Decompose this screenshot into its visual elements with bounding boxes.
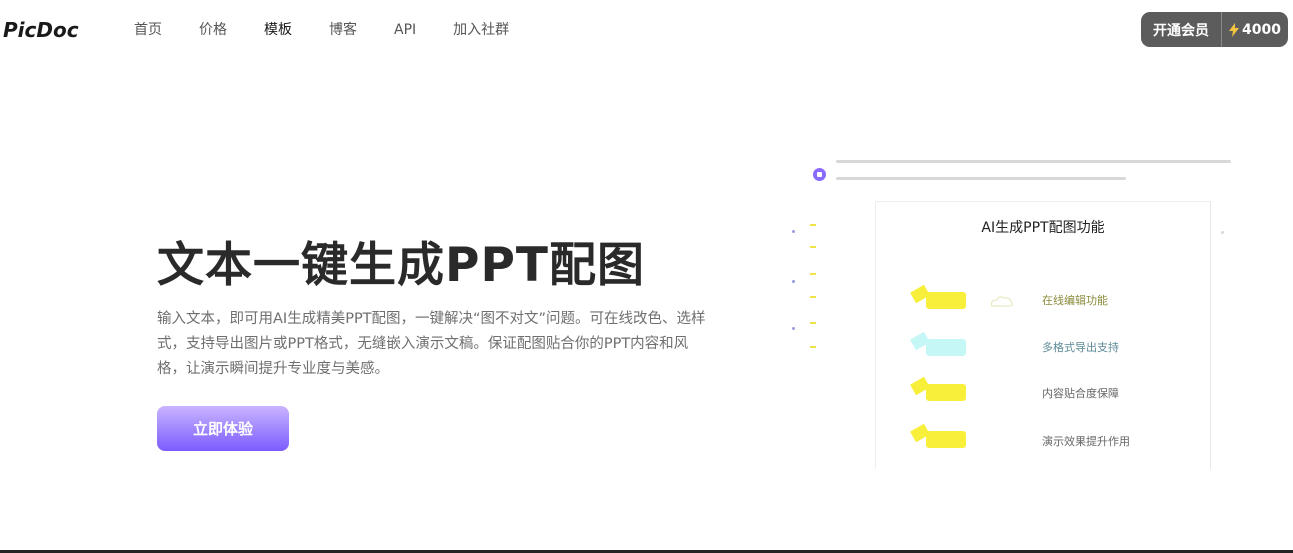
nav-item-templates[interactable]: 模板 [264, 20, 292, 40]
lightning-bolt-icon [1229, 22, 1240, 37]
feature-row [910, 284, 968, 310]
feature-label: 多格式导出支持 [1042, 341, 1119, 354]
preview-card-title: AI生成PPT配图功能 [981, 220, 1105, 236]
hero-title: 文本一键生成PPT配图 [157, 238, 645, 293]
membership-label: 开通会员 [1153, 22, 1209, 39]
side-marker [810, 273, 816, 275]
cloud-icon [991, 296, 1013, 307]
faint-text-line [836, 160, 1231, 163]
side-dot [792, 327, 795, 330]
faint-dot [1221, 231, 1224, 234]
side-marker [810, 224, 816, 226]
highlighter-icon [910, 284, 968, 310]
preview-card: AI生成PPT配图功能 在线编辑功能 多格式导出支持 内容贴合度保障 演示效果提… [875, 201, 1211, 469]
highlighter-icon [910, 331, 968, 357]
faint-text-line [836, 177, 1126, 180]
feature-row [910, 423, 968, 449]
side-dot [792, 280, 795, 283]
feature-label: 在线编辑功能 [1042, 294, 1108, 307]
nav-item-blog[interactable]: 博客 [329, 20, 357, 40]
highlighter-icon [910, 423, 968, 449]
picdoc-logo[interactable]: PicDoc [3, 17, 93, 43]
side-marker [810, 296, 816, 298]
nav-item-community[interactable]: 加入社群 [453, 20, 509, 40]
hero-description: 输入文本，即可用AI生成精美PPT配图，一键解决“图不对文”问题。可在线改色、选… [157, 311, 706, 377]
side-marker [810, 246, 816, 248]
side-dot [792, 230, 795, 233]
highlighter-icon [910, 376, 968, 402]
side-marker [810, 346, 816, 348]
nav-item-api[interactable]: API [394, 20, 416, 40]
feature-row [910, 376, 968, 402]
nav-item-pricing[interactable]: 价格 [199, 20, 227, 40]
feature-label: 演示效果提升作用 [1042, 435, 1130, 448]
feature-row [910, 331, 968, 357]
credits-balance[interactable]: 4000 [1222, 22, 1288, 38]
membership-button[interactable]: 开通会员 4000 [1141, 12, 1288, 47]
logo-wordmark: PicDoc [3, 18, 79, 42]
main-nav: 首页 价格 模板 博客 API 加入社群 [134, 20, 546, 40]
speaker-icon [813, 168, 826, 181]
side-marker [810, 322, 816, 324]
credits-value: 4000 [1242, 21, 1281, 38]
feature-label: 内容贴合度保障 [1042, 387, 1119, 400]
nav-item-home[interactable]: 首页 [134, 20, 162, 40]
try-now-button[interactable]: 立即体验 [157, 406, 289, 451]
